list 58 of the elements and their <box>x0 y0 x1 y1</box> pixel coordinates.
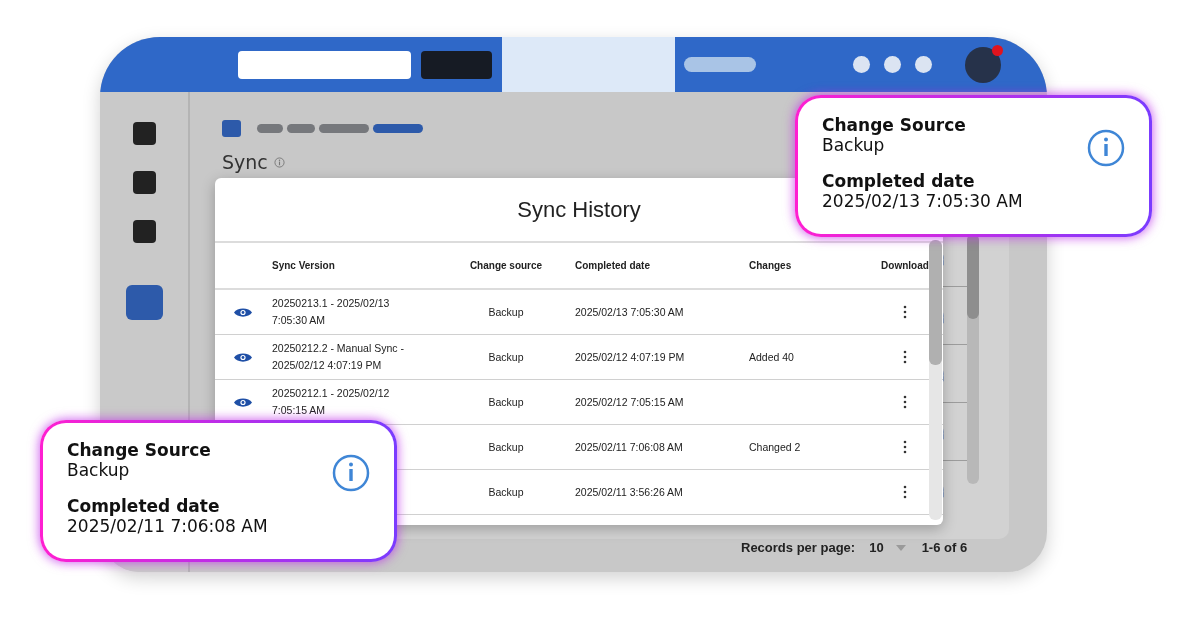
column-header: Sync Version <box>272 260 335 271</box>
table-cell-text: 2025/02/12 4:07:19 PM <box>575 349 685 365</box>
callout-label: Completed date <box>67 496 221 516</box>
page-title: Sync <box>222 151 268 173</box>
info-icon <box>332 454 370 492</box>
table-cell-text: 2025/02/12 7:05:15 AM <box>575 394 684 410</box>
info-icon <box>1087 129 1125 167</box>
table-cell-text: Changed 2 <box>749 439 801 455</box>
callout-value: Backup <box>67 460 131 480</box>
more-icon[interactable] <box>903 485 907 499</box>
table-cell-text: Backup <box>488 394 524 410</box>
table-cell-text: 2025/02/13 7:05:30 AM <box>575 304 684 320</box>
callout-label: Change Source <box>67 440 212 460</box>
search-field[interactable] <box>238 50 411 79</box>
column-header: Changes <box>749 260 792 271</box>
toolbar-button[interactable] <box>421 50 492 79</box>
more-icon[interactable] <box>903 350 907 364</box>
nav-pill[interactable] <box>684 57 756 72</box>
breadcrumb-item[interactable] <box>319 124 369 133</box>
dot-icon[interactable] <box>915 56 932 73</box>
more-icon[interactable] <box>903 305 907 319</box>
more-icon[interactable] <box>903 395 907 409</box>
table-cell-text: Backup <box>488 349 524 365</box>
breadcrumb-item[interactable] <box>373 124 423 133</box>
dot-icon[interactable] <box>853 56 870 73</box>
table-cell-text: 20250213.1 - 2025/02/13 7:05:30 AM <box>272 296 391 328</box>
table-cell-text: 20250212.1 - 2025/02/12 7:05:15 AM <box>272 386 391 418</box>
eye-icon[interactable] <box>234 351 252 363</box>
callout-value: Backup <box>822 135 886 155</box>
column-header: Change source <box>469 260 543 271</box>
table-cell-text: Backup <box>488 484 524 500</box>
table-cell-text: 2025/02/11 3:56:26 AM <box>575 484 683 500</box>
callout-value: 2025/02/11 7:06:08 AM <box>67 516 268 536</box>
more-icon[interactable] <box>903 440 907 454</box>
scrollbar[interactable] <box>929 240 942 520</box>
records-per-page-label: Records per page: <box>741 540 856 555</box>
table-cell-text: Backup <box>488 304 524 320</box>
eye-icon[interactable] <box>234 396 252 408</box>
eye-icon[interactable] <box>234 306 252 318</box>
table-cell-text: 2025/02/11 7:06:08 AM <box>575 439 683 455</box>
sidebar-item[interactable] <box>132 122 156 145</box>
sidebar-item[interactable] <box>132 171 156 194</box>
scrollbar[interactable] <box>967 234 979 484</box>
dot-icon[interactable] <box>884 56 901 73</box>
notification-dot <box>992 44 1003 56</box>
breadcrumb-item[interactable] <box>287 124 315 133</box>
column-header: Completed date <box>575 260 650 271</box>
table-cell-text: 20250212.2 - Manual Sync - 2025/02/12 4:07:19 PM <box>272 341 405 373</box>
breadcrumb-item[interactable] <box>257 124 283 133</box>
callout-label: Change Source <box>822 115 967 135</box>
column-header: Download <box>881 260 929 271</box>
per-page-select[interactable]: 10 <box>869 540 884 555</box>
info-icon[interactable] <box>273 156 285 168</box>
page-range: 1-6 of 6 <box>921 540 968 555</box>
table-cell-text: Backup <box>488 439 524 455</box>
avatar[interactable] <box>965 46 1001 83</box>
table-cell-text: Added 40 <box>749 349 794 365</box>
sidebar-item[interactable] <box>132 220 156 243</box>
